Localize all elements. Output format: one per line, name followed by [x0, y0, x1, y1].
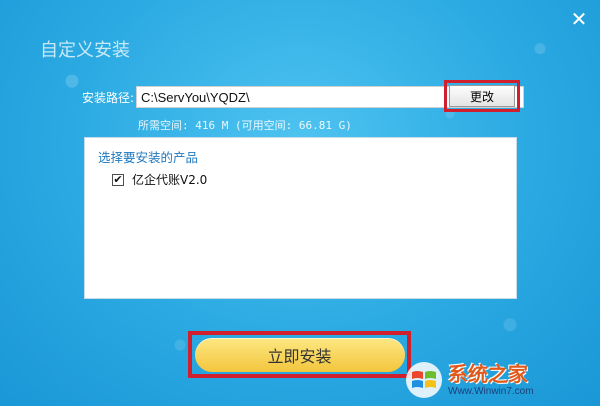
- change-path-button[interactable]: 更改: [449, 85, 515, 107]
- install-path-label: 安装路径:: [82, 91, 135, 105]
- watermark-url: Www.Winwin7.com: [448, 385, 534, 397]
- install-now-button[interactable]: 立即安装: [194, 337, 405, 372]
- windows-logo-icon: [404, 360, 444, 400]
- watermark-title: 系统之家: [448, 361, 528, 386]
- product-item[interactable]: ✔ 亿企代账V2.0: [112, 171, 207, 188]
- watermark: 系统之家 Www.Winwin7.com: [404, 358, 594, 402]
- window-title: 自定义安装: [40, 40, 130, 61]
- install-button-highlight: 立即安装: [188, 331, 411, 378]
- change-button-highlight: 更改: [444, 80, 520, 112]
- close-icon[interactable]: ✕: [568, 8, 590, 30]
- product-checkbox[interactable]: ✔: [112, 172, 124, 186]
- product-selection-panel: 选择要安装的产品 ✔ 亿企代账V2.0: [84, 137, 517, 299]
- watermark-text: 系统之家 Www.Winwin7.com: [448, 364, 534, 397]
- product-name: 亿企代账V2.0: [132, 173, 208, 187]
- checkmark-icon: ✔: [113, 172, 123, 186]
- disk-space-info: 所需空间: 416 M (可用空间: 66.81 G): [138, 119, 352, 132]
- product-selection-header: 选择要安装的产品: [98, 150, 199, 165]
